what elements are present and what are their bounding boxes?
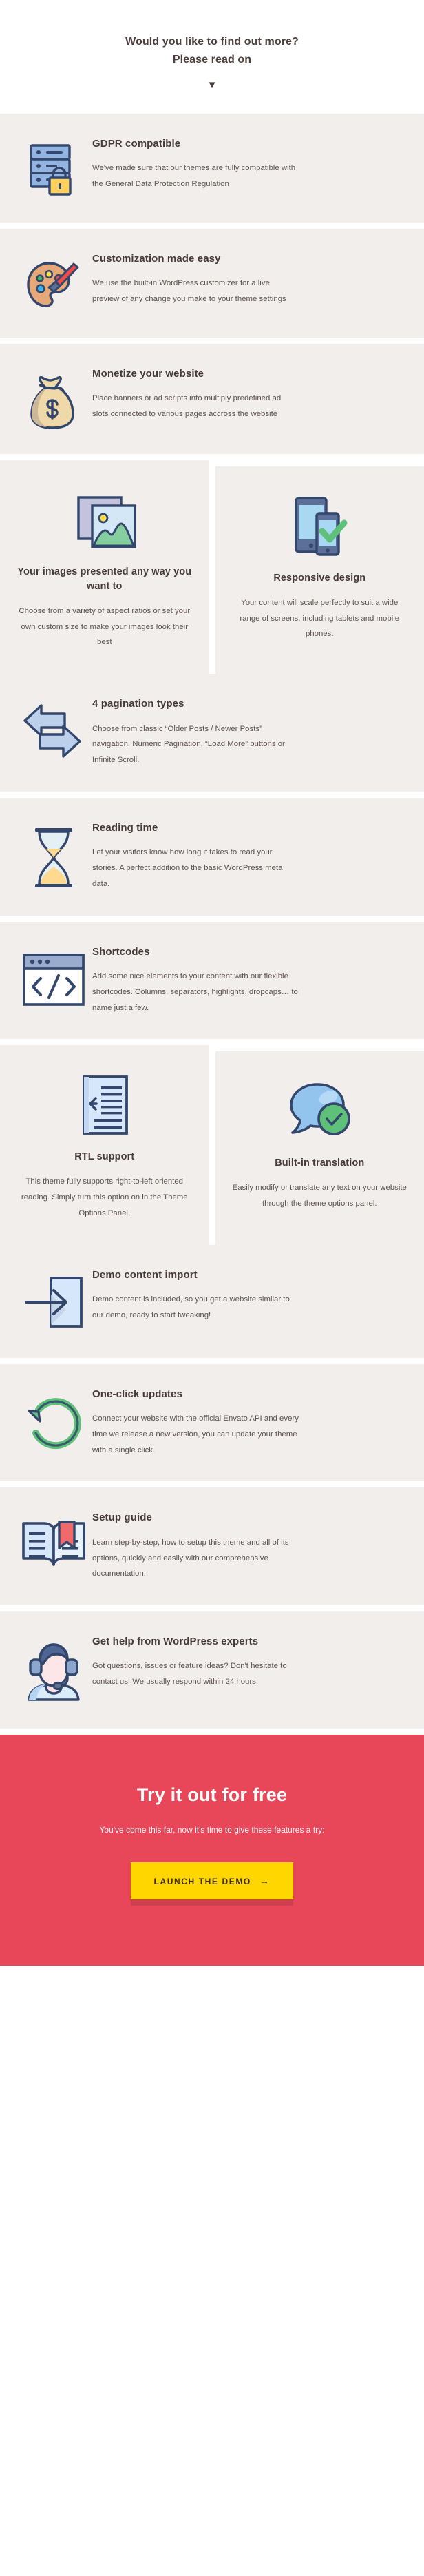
feature-title: 4 pagination types (92, 698, 184, 710)
feature-title: Customization made easy (92, 252, 221, 265)
feature-title: Get help from WordPress experts (92, 1636, 259, 1648)
feature-description: Demo content is included, so you get a w… (92, 1295, 290, 1319)
import-arrow-icon (18, 1268, 89, 1335)
intro-section: Would you like to find out more? Please … (0, 0, 424, 114)
launch-demo-button[interactable]: LAUNCH THE DEMO → (130, 1862, 294, 1899)
responsive-devices-icon (231, 488, 410, 566)
intro-headline-line2: Please read on (172, 53, 252, 65)
feature-body: Monetize your website Place banners or a… (89, 367, 405, 422)
feature-title: Setup guide (92, 1512, 152, 1524)
feature-description: We've made sure that our themes are full… (92, 164, 296, 188)
feature-card-support: Get help from WordPress experts Got ques… (0, 1611, 424, 1729)
feature-title: One-click updates (92, 1388, 182, 1400)
feature-body: Get help from WordPress experts Got ques… (89, 1635, 405, 1690)
cta-subtitle: You've come this far, now it's time to g… (99, 1825, 325, 1835)
feature-card-responsive: Responsive design Your content will scal… (215, 466, 424, 674)
feature-card-images: Your images presented any way you want t… (0, 460, 209, 674)
speech-bubble-check-icon (231, 1073, 410, 1151)
open-book-icon (18, 1511, 89, 1576)
feature-description: This theme fully supports right-to-left … (21, 1177, 188, 1217)
feature-title: Built-in translation (275, 1157, 365, 1169)
feature-description: Let your visitors know how long it takes… (92, 848, 283, 888)
feature-description: Place banners or ad scripts into multipl… (92, 394, 282, 418)
feature-body: Setup guide Learn step-by-step, how to s… (89, 1511, 405, 1582)
feature-title: Responsive design (273, 572, 366, 584)
server-lock-icon (18, 137, 89, 199)
feature-card-updates: One-click updates Connect your website w… (0, 1363, 424, 1482)
caret-down-icon: ▼ (206, 79, 218, 91)
feature-title: Monetize your website (92, 367, 204, 380)
feature-card-customization: Customization made easy We use the built… (0, 228, 424, 338)
feature-description: Learn step-by-step, how to setup this th… (92, 1538, 289, 1578)
feature-card-translation: Built-in translation Easily modify or tr… (215, 1051, 424, 1245)
feature-title: GDPR compatible (92, 137, 181, 150)
feature-body: Customization made easy We use the built… (89, 252, 405, 307)
feature-card-pagination: 4 pagination types Choose from classic “… (0, 674, 424, 792)
two-arrows-icon (18, 697, 89, 762)
arrow-right-icon: → (259, 1875, 271, 1886)
feature-card-reading-time: Reading time Let your visitors know how … (0, 797, 424, 916)
feature-card-monetize: Monetize your website Place banners or a… (0, 343, 424, 454)
feature-pair-rtl-translation: RTL support This theme fully supports ri… (0, 1045, 424, 1245)
feature-body: One-click updates Connect your website w… (89, 1388, 405, 1459)
feature-description: Choose from classic “Older Posts / Newer… (92, 724, 285, 765)
rtl-document-icon (15, 1067, 194, 1144)
feature-card-shortcodes: Shortcodes Add some nice elements to you… (0, 921, 424, 1040)
launch-demo-label: LAUNCH THE DEMO (153, 1876, 251, 1886)
feature-description: Choose from a variety of aspect ratios o… (19, 606, 191, 647)
feature-title: Shortcodes (92, 945, 150, 958)
feature-description: Add some nice elements to your content w… (92, 971, 298, 1012)
feature-body: Demo content import Demo content is incl… (89, 1268, 405, 1323)
code-window-icon (18, 945, 89, 1011)
palette-brush-icon (18, 252, 89, 314)
refresh-circle-icon (18, 1388, 89, 1454)
feature-title: Your images presented any way you want t… (17, 566, 192, 592)
cta-section: Try it out for free You've come this far… (0, 1735, 424, 1966)
feature-body: Reading time Let your visitors know how … (89, 821, 405, 892)
feature-pair-images-responsive: Your images presented any way you want t… (0, 460, 424, 674)
feature-card-rtl: RTL support This theme fully supports ri… (0, 1045, 209, 1245)
feature-body: Shortcodes Add some nice elements to you… (89, 945, 405, 1016)
images-stack-icon (15, 482, 194, 559)
feature-title: Demo content import (92, 1268, 198, 1281)
landing-page: Would you like to find out more? Please … (0, 0, 424, 1966)
feature-description: Easily modify or translate any text on y… (232, 1184, 407, 1208)
feature-card-setup-guide: Setup guide Learn step-by-step, how to s… (0, 1487, 424, 1606)
cta-title: Try it out for free (136, 1784, 288, 1806)
feature-description: Got questions, issues or feature ideas? … (92, 1662, 287, 1687)
feature-card-gdpr: GDPR compatible We've made sure that our… (0, 113, 424, 223)
feature-title: RTL support (74, 1151, 135, 1163)
feature-title: Reading time (92, 821, 158, 834)
feature-card-demo-import: Demo content import Demo content is incl… (0, 1244, 424, 1358)
feature-body: GDPR compatible We've made sure that our… (89, 137, 405, 192)
feature-description: We use the built-in WordPress customizer… (92, 279, 286, 303)
hourglass-icon (18, 821, 89, 892)
feature-description: Connect your website with the official E… (92, 1414, 299, 1454)
feature-description: Your content will scale perfectly to sui… (240, 598, 400, 639)
money-bag-icon (18, 367, 89, 431)
intro-headline-line1: Would you like to find out more? (125, 36, 299, 48)
feature-body: 4 pagination types Choose from classic “… (89, 697, 405, 768)
headset-support-icon (18, 1635, 89, 1705)
